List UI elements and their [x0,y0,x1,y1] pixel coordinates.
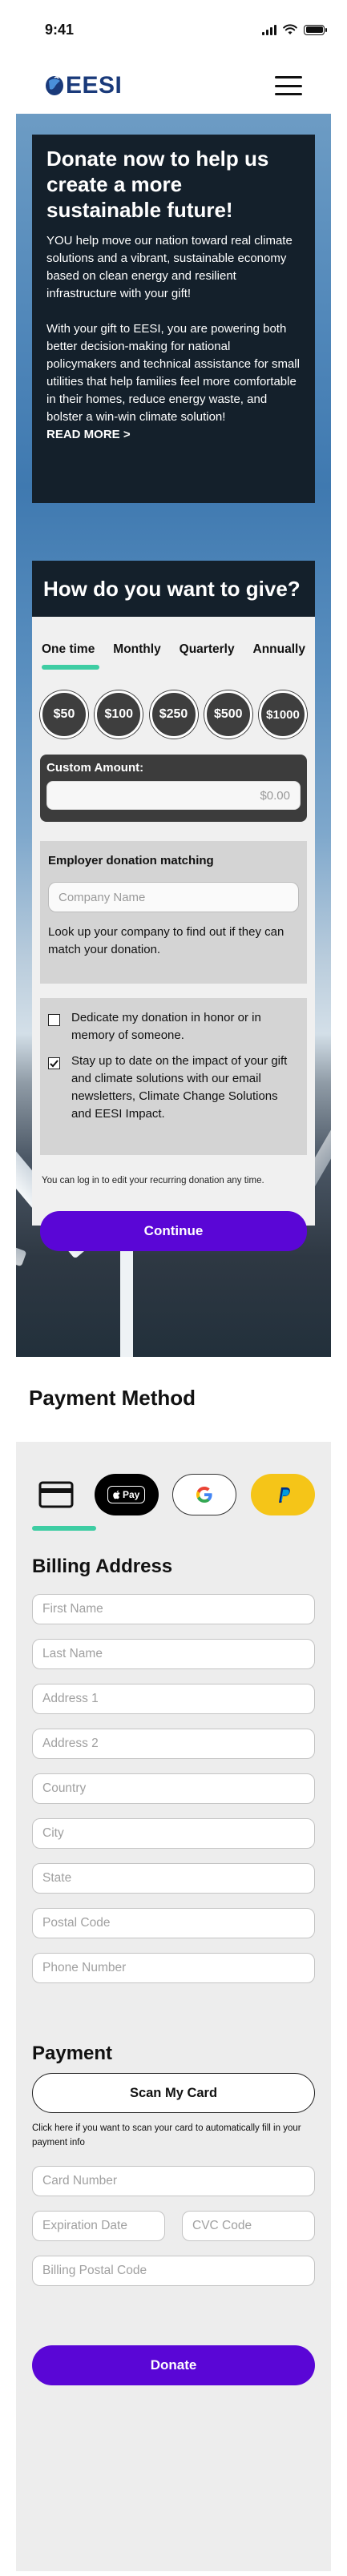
tab-annually[interactable]: Annually [252,642,307,657]
employer-matching-title: Employer donation matching [48,854,214,867]
tab-quarterly[interactable]: Quarterly [178,642,236,657]
newsletter-checkbox[interactable] [48,1057,60,1069]
payment-title: Payment [32,2043,113,2064]
dedicate-checkbox[interactable] [48,1014,60,1026]
hamburger-line [275,76,302,78]
selected-method-indicator [32,1526,96,1531]
billing-postal-code-field[interactable]: Billing Postal Code [32,2256,315,2286]
credit-card-icon [38,1481,74,1508]
cvc-code-field[interactable]: CVC Code [182,2211,315,2241]
apple-logo-icon [113,1490,120,1499]
amount-button-50[interactable]: $50 [40,690,88,739]
globe-logo-icon [46,76,63,95]
selected-tab-indicator [42,665,99,670]
company-name-input[interactable]: Company Name [48,882,299,912]
tab-one-time[interactable]: One time [40,642,96,657]
apple-pay-icon: Pay [107,1486,146,1503]
battery-icon [304,24,327,35]
amount-button-500[interactable]: $500 [204,690,252,739]
employer-matching-box: Employer donation matching Company Name … [40,841,307,984]
amount-button-250[interactable]: $250 [149,690,198,739]
amount-button-1000[interactable]: $1000 [259,690,307,739]
hamburger-line [275,84,302,87]
intro-paragraph: With your gift to EESI, you are powering… [46,322,300,424]
signal-icon [262,24,276,35]
intro-card: Donate now to help us create a more sust… [32,135,315,503]
postal-code-field[interactable]: Postal Code [32,1908,315,1938]
country-field[interactable]: Country [32,1773,315,1804]
expiration-date-field[interactable]: Expiration Date [32,2211,165,2241]
employer-matching-text: Look up your company to find out if they… [48,925,284,956]
dedicate-label: Dedicate my donation in honor or in memo… [71,1011,261,1042]
newsletter-option: Stay up to date on the impact of your gi… [48,1053,299,1123]
wifi-icon [283,24,297,34]
status-time: 9:41 [45,21,75,38]
scan-card-button[interactable]: Scan My Card [32,2073,315,2113]
last-name-field[interactable]: Last Name [32,1639,315,1669]
google-pay-option[interactable] [172,1474,237,1515]
hamburger-menu-button[interactable] [275,76,302,95]
payment-panel: Pay Billing Address First Name Last Name… [16,1442,331,2571]
options-checklist: Dedicate my donation in honor or in memo… [40,998,307,1155]
give-form: One time Monthly Quarterly Annually $50 … [32,617,315,1251]
checkmark-icon [50,1060,59,1068]
address-2-field[interactable]: Address 2 [32,1729,315,1759]
site-header: EESI [16,58,331,114]
recurring-note: You can log in to edit your recurring do… [42,1176,264,1185]
custom-amount-box: Custom Amount: $0.00 [40,755,307,822]
amount-options: $50 $100 $250 $500 $1000 [40,690,307,739]
newsletter-label: Stay up to date on the impact of your gi… [71,1054,288,1121]
intro-paragraph: YOU help move our nation toward real cli… [46,234,293,300]
status-icons [262,24,331,35]
intro-title: Donate now to help us create a more sust… [46,147,269,222]
tab-monthly[interactable]: Monthly [111,642,162,657]
paypal-option[interactable] [250,1474,315,1515]
city-field[interactable]: City [32,1818,315,1849]
read-more-link[interactable]: READ MORE > [46,428,301,441]
apple-pay-option[interactable]: Pay [94,1474,159,1515]
first-name-field[interactable]: First Name [32,1594,315,1624]
phone-number-field[interactable]: Phone Number [32,1953,315,1983]
donate-button[interactable]: Donate [32,2345,315,2385]
amount-button-100[interactable]: $100 [95,690,143,739]
hamburger-line [275,93,302,95]
payment-method-title: Payment Method [29,1386,196,1410]
payment-method-options: Pay [32,1474,315,1515]
frequency-tabs: One time Monthly Quarterly Annually [40,642,307,657]
dedicate-option: Dedicate my donation in honor or in memo… [48,1009,299,1044]
scan-card-note: Click here if you want to scan your card… [32,2123,301,2147]
logo-text: EESI [66,72,123,99]
paypal-icon [278,1487,290,1503]
custom-amount-label: Custom Amount: [46,761,144,775]
turbine-pole [120,1235,133,1357]
custom-amount-input[interactable]: $0.00 [46,781,301,810]
credit-card-option[interactable] [32,1475,80,1515]
google-pay-icon [196,1487,212,1503]
give-section-title: How do you want to give? [32,561,315,617]
billing-address-title: Billing Address [32,1556,173,1577]
continue-button[interactable]: Continue [40,1211,307,1251]
card-number-field[interactable]: Card Number [32,2166,315,2196]
status-bar: 9:41 [16,18,331,42]
eesi-logo[interactable]: EESI [45,72,122,99]
state-field[interactable]: State [32,1863,315,1894]
address-1-field[interactable]: Address 1 [32,1684,315,1714]
apple-pay-text: Pay [122,1489,140,1500]
